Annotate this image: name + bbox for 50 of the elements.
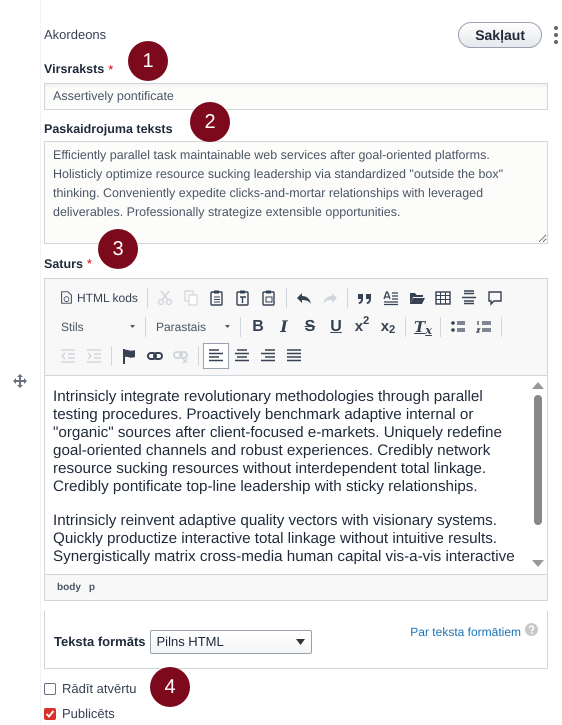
subscript-button[interactable]: x$_{2}$: [375, 314, 401, 340]
number-badge: 4: [150, 667, 190, 707]
italic-button[interactable]: I: [271, 314, 297, 340]
numbered-list-icon[interactable]: [476, 318, 492, 335]
field-label: Virsraksts: [44, 61, 104, 78]
text-format-select[interactable]: Pilns HTML: [150, 630, 312, 654]
html-source-button[interactable]: HTML kods: [55, 284, 143, 311]
checkbox-label: Publicēts: [62, 705, 115, 724]
style-dropdown[interactable]: Parastais: [150, 314, 236, 340]
editor-paragraph: Intrinsicly integrate revolutionary methodologies through parallel testing procedures. Proactively benchmark adaptive internal or "organic" sources after client-focused e-markets. Uniquely redefine goal-oriented channels and robust experiences. Credibly network resource sucking resources without interdependent total linkage. Credibly pontificate top-line leadership with sticky relationships.: [53, 388, 503, 496]
drag-handle-icon[interactable]: [13, 374, 27, 388]
required-marker: *: [86, 255, 92, 274]
caret-icon: [130, 325, 135, 328]
bulleted-list-icon[interactable]: [450, 318, 466, 335]
horizontal-lines-icon[interactable]: [460, 290, 477, 306]
title-input-field[interactable]: Assertively pontificate: [44, 82, 548, 110]
text-formats-link[interactable]: Par teksta formātiem: [410, 622, 521, 641]
clipboard-text-icon[interactable]: [234, 290, 251, 306]
caret-icon: [296, 638, 305, 645]
superscript-button[interactable]: x$^{2}$: [349, 314, 375, 340]
collapse-button[interactable]: Sakļaut: [458, 22, 542, 48]
table-icon[interactable]: [434, 290, 451, 306]
bold-button[interactable]: B: [245, 314, 271, 340]
field-label: Paskaidrojuma teksts: [44, 120, 173, 138]
number-badge: 1: [128, 41, 168, 81]
style-dropdown[interactable]: Stils: [55, 314, 141, 340]
required-marker: *: [108, 61, 114, 79]
editor-paragraph: Intrinsicly reinvent adaptive quality vectors with visionary systems. Quickly productize interactive total linkage without intuitive results. Synergistically matrix cross-media human capital vis-a-vis interactive: [53, 512, 516, 566]
underline-button[interactable]: U: [323, 314, 349, 340]
text-lines-icon[interactable]: [382, 290, 399, 306]
flag-icon[interactable]: [121, 348, 137, 364]
field-label: Saturs: [44, 256, 83, 273]
caret-icon: [225, 325, 230, 328]
element-path-item[interactable]: p: [88, 580, 95, 595]
clipboard-document-icon[interactable]: [260, 290, 277, 306]
more-options-icon[interactable]: [554, 26, 558, 44]
alignment-button[interactable]: [203, 342, 229, 369]
speech-bubble-icon[interactable]: [486, 290, 503, 306]
remove-format-button[interactable]: T$_{x}$: [410, 314, 436, 340]
number-badge: 3: [98, 229, 138, 269]
clipboard-icon[interactable]: [208, 290, 225, 306]
document-icon: [60, 290, 73, 306]
paragraph-type-label: Akordeons: [44, 26, 106, 44]
strikethrough-button[interactable]: S: [297, 314, 323, 340]
element-path-item[interactable]: body: [57, 580, 81, 595]
checkbox[interactable]: [44, 708, 56, 720]
checkbox-label: Rādīt atvērtu: [62, 680, 136, 698]
number-badge: 2: [190, 102, 230, 142]
text-format-label: Teksta formāts: [54, 633, 146, 651]
checkbox[interactable]: [44, 682, 56, 694]
